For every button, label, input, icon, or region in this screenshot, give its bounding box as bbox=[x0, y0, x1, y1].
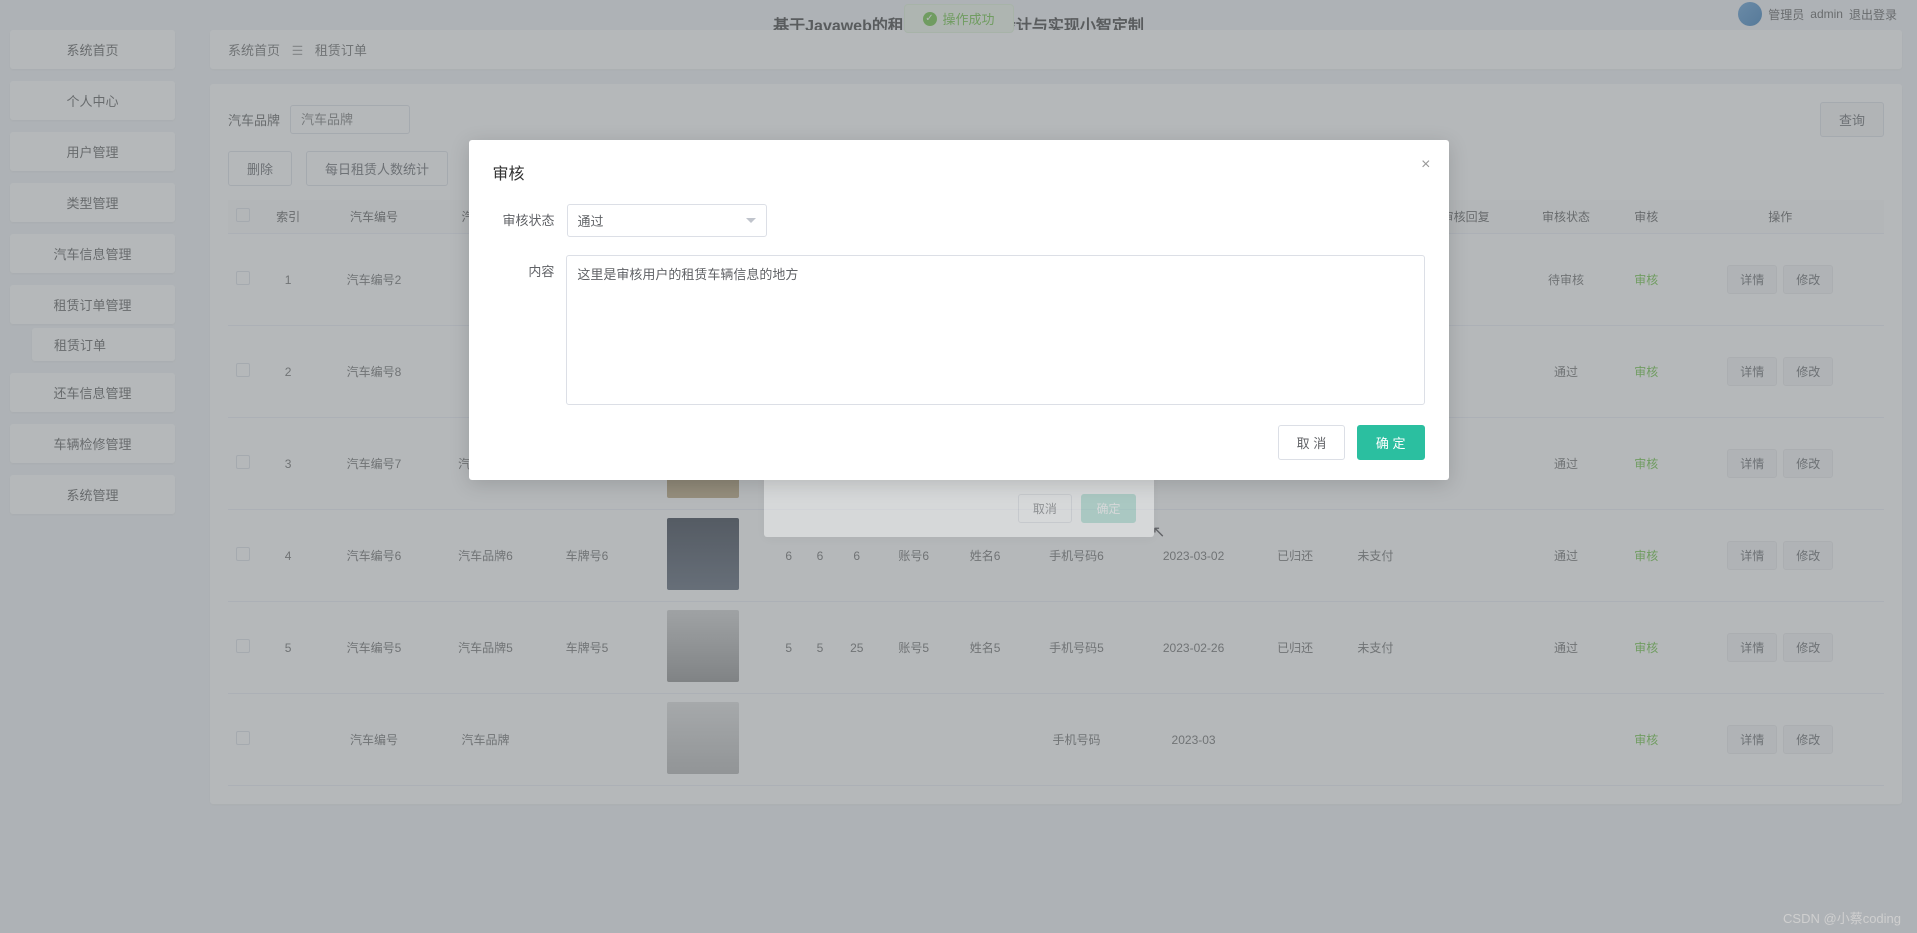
watermark: CSDN @小蔡coding bbox=[1783, 908, 1901, 927]
confirm-button[interactable]: 确 定 bbox=[1357, 425, 1425, 460]
cancel-button[interactable]: 取 消 bbox=[1278, 425, 1346, 460]
content-label: 内容 bbox=[493, 255, 567, 280]
confirm-ok-button[interactable]: 确定 bbox=[1081, 494, 1135, 523]
close-icon[interactable]: × bbox=[1421, 156, 1430, 174]
confirm-cancel-button[interactable]: 取消 bbox=[1018, 494, 1072, 523]
dialog-title: 审核 bbox=[493, 160, 1425, 184]
status-select[interactable]: 通过 bbox=[567, 204, 767, 237]
content-textarea[interactable] bbox=[566, 255, 1424, 405]
status-label: 审核状态 bbox=[493, 204, 567, 229]
audit-dialog: 审核 × 审核状态 通过 内容 取 消 确 定 bbox=[469, 140, 1449, 480]
